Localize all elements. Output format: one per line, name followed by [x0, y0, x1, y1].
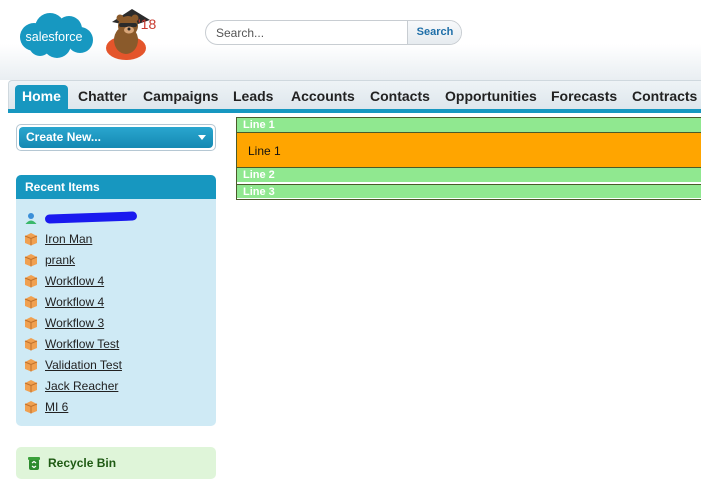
recycle-bin-icon [28, 457, 40, 470]
mascot-bear-image: '18 [102, 6, 160, 60]
tab-contacts[interactable]: Contacts [370, 85, 430, 111]
recent-item-link[interactable]: Workflow 4 [45, 295, 104, 309]
chevron-down-icon[interactable] [198, 135, 206, 140]
cloud-icon: salesforce [20, 13, 93, 58]
header: salesforce '18 Search [0, 0, 701, 80]
tab-contracts[interactable]: Contracts [632, 85, 697, 111]
search-input[interactable] [206, 21, 406, 44]
tab-home[interactable]: Home [15, 85, 68, 111]
tab-opportunities[interactable]: Opportunities [445, 85, 537, 111]
salesforce-home-page: salesforce '18 Search... Search Home Cha… [0, 0, 701, 483]
tab-bar-underline [8, 109, 701, 113]
list-item: Workflow Test [16, 333, 216, 354]
list-item: MI 6 [16, 396, 216, 417]
list-item: Workflow 3 [16, 312, 216, 333]
user-icon [25, 212, 37, 224]
recent-item-link[interactable]: Workflow 4 [45, 274, 104, 288]
recent-items-list: Iron Man prank Workflow 4 Workflow 4 Wor… [16, 199, 216, 417]
list-item: Jack Reacher [16, 375, 216, 396]
recycle-bin-label: Recycle Bin [48, 456, 117, 470]
search-button[interactable]: Search [407, 21, 461, 44]
tab-accounts[interactable]: Accounts [291, 85, 355, 111]
line-1-header[interactable]: Line 1 [237, 118, 701, 132]
box-icon [24, 316, 38, 329]
recent-item-link[interactable]: Workflow 3 [45, 316, 104, 330]
create-new-label: Create New... [26, 130, 101, 144]
recent-item-link[interactable]: Iron Man [45, 232, 92, 246]
box-icon [24, 274, 38, 287]
box-icon [24, 400, 38, 413]
recent-item-link[interactable]: Validation Test [45, 358, 122, 372]
box-icon [24, 337, 38, 350]
redacted-name[interactable] [44, 211, 138, 224]
recent-item-link[interactable]: Jack Reacher [45, 379, 118, 393]
search-bar: Search [205, 20, 462, 45]
create-new-button[interactable]: Create New... [19, 127, 213, 148]
release-badge: '18 [138, 16, 156, 32]
recycle-bin-link[interactable]: Recycle Bin [16, 447, 216, 479]
lines-component: Line 1 Line 1 Line 2 Line 3 [236, 117, 701, 200]
list-item [16, 207, 216, 228]
recent-items-title: Recent Items [16, 175, 216, 199]
recent-items-panel: Recent Items Iron Man prank Workflow 4 W… [16, 175, 216, 426]
logo-text: salesforce [26, 30, 83, 44]
box-icon [24, 379, 38, 392]
list-item: Validation Test [16, 354, 216, 375]
recent-item-link[interactable]: prank [45, 253, 75, 267]
line-3-header[interactable]: Line 3 [237, 184, 701, 198]
recent-item-link[interactable]: Workflow Test [45, 337, 119, 351]
box-icon [24, 358, 38, 371]
tab-bar: Home Chatter Campaigns Leads Accounts Co… [8, 80, 701, 111]
list-item: Workflow 4 [16, 270, 216, 291]
create-new-dropdown[interactable]: Create New... [16, 124, 216, 151]
tab-campaigns[interactable]: Campaigns [143, 85, 218, 111]
line-1-body: Line 1 [237, 132, 701, 168]
list-item: Iron Man [16, 228, 216, 249]
box-icon [24, 253, 38, 266]
box-icon [24, 232, 38, 245]
list-item: prank [16, 249, 216, 270]
box-icon [24, 295, 38, 308]
salesforce-logo[interactable]: salesforce [12, 10, 96, 60]
tab-leads[interactable]: Leads [233, 85, 273, 111]
tab-forecasts[interactable]: Forecasts [551, 85, 617, 111]
tab-chatter[interactable]: Chatter [78, 85, 127, 111]
line-2-header[interactable]: Line 2 [237, 168, 701, 182]
list-item: Workflow 4 [16, 291, 216, 312]
recent-item-link[interactable]: MI 6 [45, 400, 68, 414]
